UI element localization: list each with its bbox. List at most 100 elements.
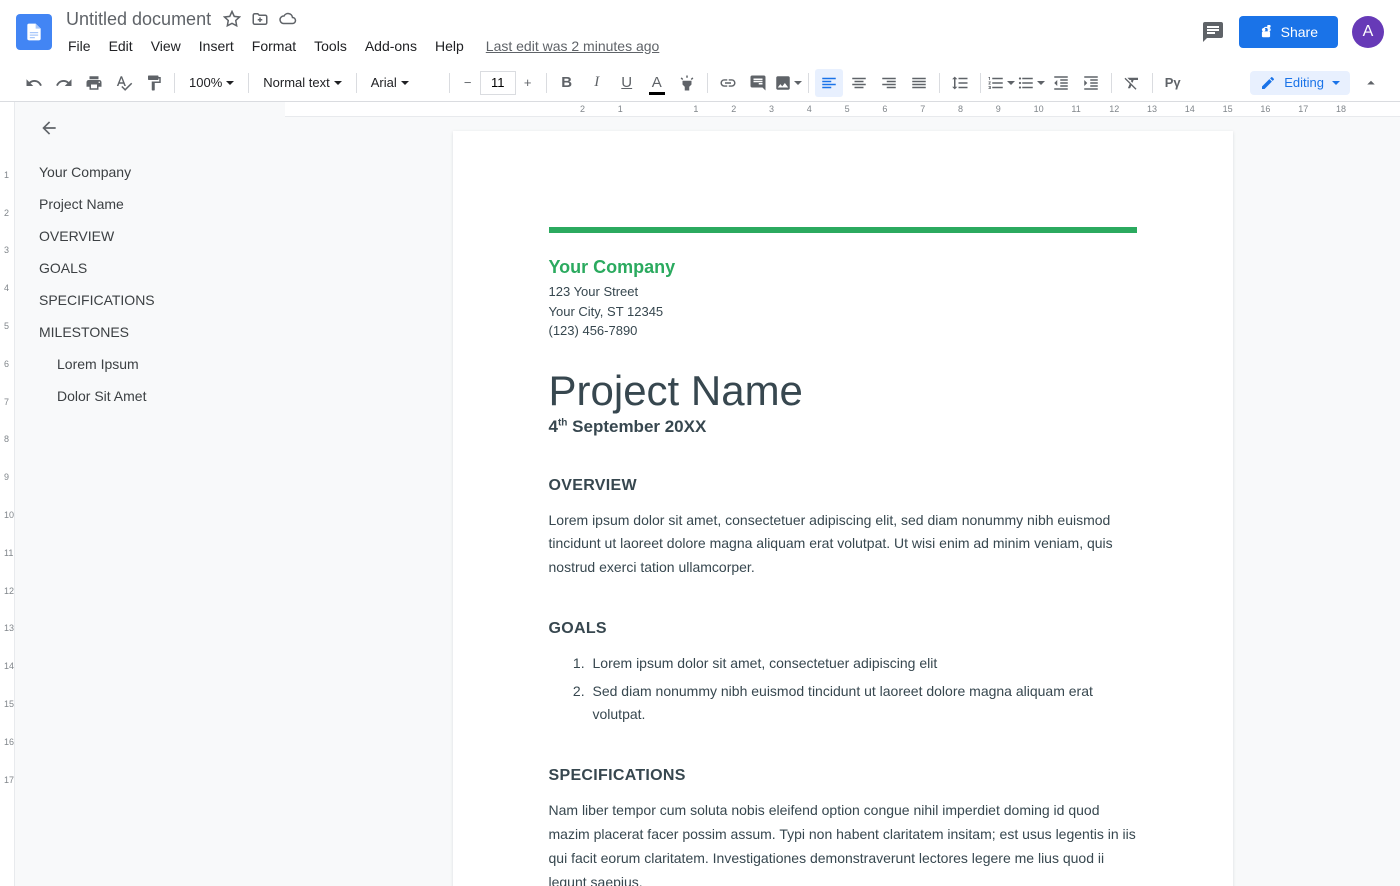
outline-back-icon[interactable] [39, 118, 59, 138]
share-button[interactable]: Share [1239, 16, 1338, 48]
underline-icon[interactable]: U [613, 69, 641, 97]
menu-edit[interactable]: Edit [101, 34, 141, 58]
menu-addons[interactable]: Add-ons [357, 34, 425, 58]
title-icons [223, 10, 297, 28]
link-icon[interactable] [714, 69, 742, 97]
menu-view[interactable]: View [143, 34, 189, 58]
undo-icon[interactable] [20, 69, 48, 97]
redo-icon[interactable] [50, 69, 78, 97]
paint-format-icon[interactable] [140, 69, 168, 97]
app-header: Untitled document File Edit View Insert … [0, 0, 1400, 64]
bold-icon[interactable]: B [553, 69, 581, 97]
canvas[interactable]: 21123456789101112131415161718 Your Compa… [285, 102, 1400, 886]
outline-item[interactable]: Lorem Ipsum [39, 348, 285, 380]
specs-text: Nam liber tempor cum soluta nobis eleife… [549, 799, 1137, 886]
document-page[interactable]: Your Company 123 Your Street Your City, … [453, 131, 1233, 886]
last-edit-link[interactable]: Last edit was 2 minutes ago [486, 38, 660, 54]
menu-tools[interactable]: Tools [306, 34, 355, 58]
clear-formatting-icon[interactable] [1118, 69, 1146, 97]
font-size-control: − + [456, 71, 540, 95]
separator [449, 73, 450, 93]
editing-label: Editing [1284, 75, 1324, 90]
bulleted-list-icon[interactable] [1017, 69, 1045, 97]
overview-heading: OVERVIEW [549, 477, 1137, 495]
numbered-list-icon[interactable] [987, 69, 1015, 97]
spellcheck-icon[interactable] [110, 69, 138, 97]
highlight-icon[interactable] [673, 69, 701, 97]
header-center: Untitled document File Edit View Insert … [60, 7, 1201, 58]
zoom-dropdown[interactable]: 100% [181, 69, 242, 97]
separator [939, 73, 940, 93]
outline-item[interactable]: MILESTONES [39, 316, 285, 348]
project-title: Project Name [549, 367, 1137, 415]
separator [707, 73, 708, 93]
outline-item[interactable]: GOALS [39, 252, 285, 284]
separator [174, 73, 175, 93]
header-bar [549, 227, 1137, 233]
menu-insert[interactable]: Insert [191, 34, 242, 58]
cloud-icon[interactable] [279, 10, 297, 28]
separator [248, 73, 249, 93]
menu-format[interactable]: Format [244, 34, 304, 58]
star-icon[interactable] [223, 10, 241, 28]
text-color-icon[interactable]: A [643, 69, 671, 97]
font-size-minus[interactable]: − [456, 71, 480, 95]
specs-heading: SPECIFICATIONS [549, 767, 1137, 785]
separator [356, 73, 357, 93]
align-justify-icon[interactable] [905, 69, 933, 97]
title-row: Untitled document [60, 7, 1201, 32]
move-icon[interactable] [251, 10, 269, 28]
font-size-input[interactable] [480, 71, 516, 95]
input-tools-icon[interactable]: Pγ [1159, 69, 1187, 97]
print-icon[interactable] [80, 69, 108, 97]
address-line-1: 123 Your Street [549, 282, 1137, 302]
comment-icon[interactable] [744, 69, 772, 97]
avatar[interactable]: A [1352, 16, 1384, 48]
share-label: Share [1281, 24, 1318, 40]
main-area: 1234567891011121314151617 Your CompanyPr… [0, 102, 1400, 886]
comments-icon[interactable] [1201, 20, 1225, 44]
collapse-toolbar-icon[interactable] [1362, 74, 1380, 92]
separator [808, 73, 809, 93]
align-right-icon[interactable] [875, 69, 903, 97]
outline-item[interactable]: SPECIFICATIONS [39, 284, 285, 316]
separator [980, 73, 981, 93]
phone: (123) 456-7890 [549, 321, 1137, 341]
separator [546, 73, 547, 93]
align-center-icon[interactable] [845, 69, 873, 97]
outline-item[interactable]: OVERVIEW [39, 220, 285, 252]
menu-bar: File Edit View Insert Format Tools Add-o… [60, 34, 1201, 58]
vertical-ruler: 1234567891011121314151617 [0, 102, 15, 886]
font-dropdown[interactable]: Arial [363, 69, 443, 97]
separator [1111, 73, 1112, 93]
outline-item[interactable]: Project Name [39, 188, 285, 220]
overview-text: Lorem ipsum dolor sit amet, consectetuer… [549, 509, 1137, 580]
style-dropdown[interactable]: Normal text [255, 69, 349, 97]
company-name: Your Company [549, 257, 1137, 278]
horizontal-ruler: 21123456789101112131415161718 [285, 102, 1400, 117]
outline-item[interactable]: Dolor Sit Amet [39, 380, 285, 412]
image-icon[interactable] [774, 69, 802, 97]
list-item: Lorem ipsum dolor sit amet, consectetuer… [589, 652, 1137, 676]
indent-decrease-icon[interactable] [1047, 69, 1075, 97]
menu-help[interactable]: Help [427, 34, 472, 58]
goals-list: Lorem ipsum dolor sit amet, consectetuer… [549, 652, 1137, 727]
separator [1152, 73, 1153, 93]
goals-heading: GOALS [549, 620, 1137, 638]
header-right: Share A [1201, 16, 1384, 48]
toolbar: 100% Normal text Arial − + B I U A Pγ Ed… [0, 64, 1400, 102]
line-spacing-icon[interactable] [946, 69, 974, 97]
indent-increase-icon[interactable] [1077, 69, 1105, 97]
document-title[interactable]: Untitled document [60, 7, 217, 32]
editing-mode-button[interactable]: Editing [1250, 71, 1350, 95]
menu-file[interactable]: File [60, 34, 99, 58]
italic-icon[interactable]: I [583, 69, 611, 97]
address-line-2: Your City, ST 12345 [549, 302, 1137, 322]
outline-panel: Your CompanyProject NameOVERVIEWGOALSSPE… [15, 102, 285, 886]
font-size-plus[interactable]: + [516, 71, 540, 95]
outline-item[interactable]: Your Company [39, 156, 285, 188]
docs-logo-icon[interactable] [16, 14, 52, 50]
align-left-icon[interactable] [815, 69, 843, 97]
list-item: Sed diam nonummy nibh euismod tincidunt … [589, 680, 1137, 728]
project-date: 4th September 20XX [549, 417, 1137, 437]
